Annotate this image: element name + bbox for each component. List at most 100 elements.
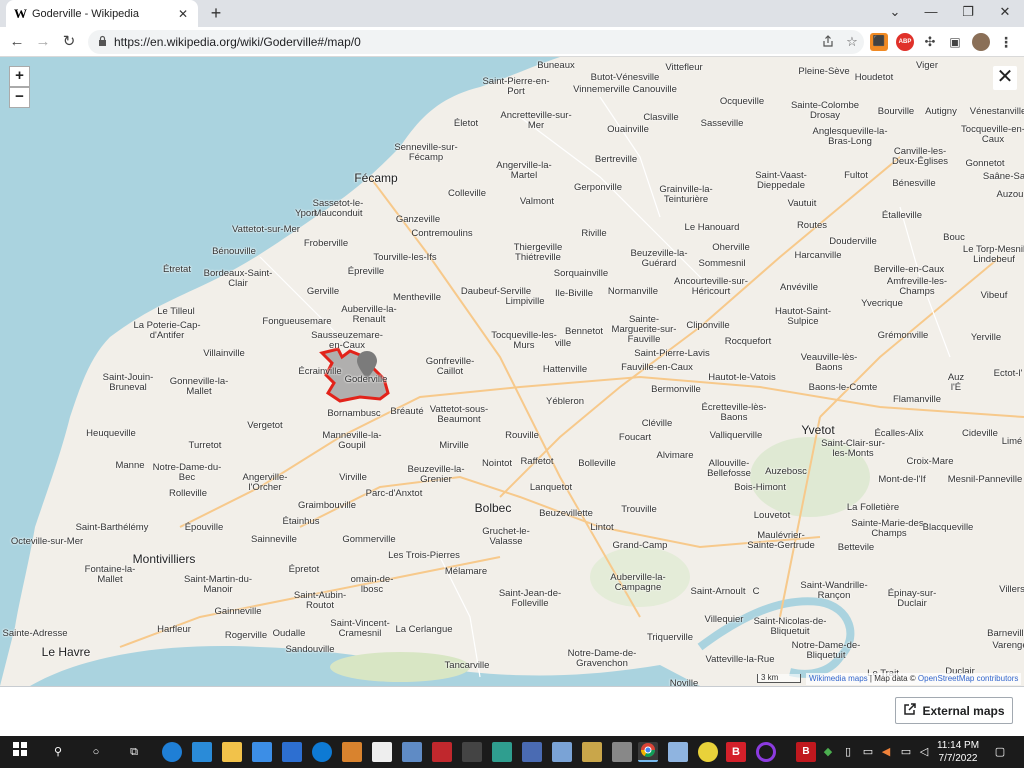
place-label[interactable]: Villers xyxy=(999,585,1024,595)
place-label[interactable]: Sainte- Marguerite-sur- Fauville xyxy=(612,315,677,345)
place-label[interactable]: Gommerville xyxy=(342,535,395,545)
place-label[interactable]: Bénesville xyxy=(892,179,935,189)
place-label[interactable]: Auberville-la- Campagne xyxy=(610,573,665,593)
external-maps-button[interactable]: External maps xyxy=(895,697,1013,724)
place-label[interactable]: Grand-Camp xyxy=(613,541,668,551)
edge-icon[interactable] xyxy=(162,742,182,762)
place-label[interactable]: Foucart xyxy=(619,433,651,443)
new-tab-button[interactable]: + xyxy=(206,3,226,23)
place-label[interactable]: Étalleville xyxy=(882,211,922,221)
place-label[interactable]: Lintot xyxy=(590,523,613,533)
place-label[interactable]: Noville xyxy=(670,679,699,687)
place-label[interactable]: Fongueusemare xyxy=(262,317,331,327)
place-label[interactable]: Saint-Pierre-Lavis xyxy=(634,349,710,359)
lock-icon[interactable] xyxy=(98,35,114,49)
place-label[interactable]: Vittefleur xyxy=(665,63,702,73)
place-label[interactable]: Cléville xyxy=(642,419,673,429)
app-icon[interactable] xyxy=(402,742,422,762)
place-label[interactable]: Saint-Jouin- Bruneval xyxy=(103,373,154,393)
place-label[interactable]: Saint-Jean-de- Folleville xyxy=(499,589,561,609)
place-label[interactable]: Sainte-Adresse xyxy=(3,629,68,639)
place-label[interactable]: Saint-Wandrille- Rançon xyxy=(800,581,867,601)
place-label[interactable]: Yerville xyxy=(971,333,1001,343)
place-label[interactable]: Tocqueville-les- Murs xyxy=(491,331,556,351)
place-label[interactable]: Gruchet-le- Valasse xyxy=(482,527,530,547)
place-label[interactable]: Ectot-l' xyxy=(994,369,1023,379)
place-label[interactable]: Limé xyxy=(1002,437,1023,447)
tray-icon[interactable]: ▭ xyxy=(858,742,878,762)
place-label[interactable]: Alvimare xyxy=(657,451,694,461)
place-label[interactable]: Bornambusc xyxy=(327,409,380,419)
tray-icon[interactable]: ▯ xyxy=(838,742,858,762)
place-label[interactable]: Fauville-en-Caux xyxy=(621,363,693,373)
place-label[interactable]: Angerville-la- Martel xyxy=(496,161,551,181)
place-label[interactable]: Mesnil-Panneville xyxy=(948,475,1022,485)
cortana-icon[interactable]: ○ xyxy=(86,742,106,762)
place-label[interactable]: Raffetot xyxy=(520,457,553,467)
place-label[interactable]: Louvetot xyxy=(754,511,790,521)
place-label[interactable]: Sainneville xyxy=(251,535,297,545)
place-label[interactable]: Sandouville xyxy=(285,645,334,655)
place-label[interactable]: Gonneville-la- Mallet xyxy=(170,377,229,397)
close-map-button[interactable]: ✕ xyxy=(993,66,1017,90)
place-label[interactable]: Butot-Vénesville xyxy=(591,73,660,83)
place-label[interactable]: Manne xyxy=(115,461,144,471)
app-b-icon[interactable]: B xyxy=(726,742,746,762)
tray-b-icon[interactable]: B xyxy=(796,742,816,762)
place-label[interactable]: Limpiville xyxy=(505,297,544,307)
place-label[interactable]: Canville-les- Deux-Églises xyxy=(892,147,948,167)
place-label[interactable]: La Folletière xyxy=(847,503,899,513)
place-label[interactable]: Vatteville-la-Rue xyxy=(706,655,775,665)
app-icon[interactable] xyxy=(582,742,602,762)
place-label[interactable]: Écrainville xyxy=(298,367,341,377)
forward-button[interactable]: → xyxy=(32,31,54,53)
place-label[interactable]: Angerville- l'Orcher xyxy=(243,473,288,493)
place-label[interactable]: Tocqueville-en- Caux xyxy=(961,125,1024,145)
place-label[interactable]: Épinay-sur- Duclair xyxy=(888,589,937,609)
place-label[interactable]: Harcanville xyxy=(795,251,842,261)
extension-orange-icon[interactable]: ⬛ xyxy=(870,33,888,51)
app-icon[interactable] xyxy=(432,742,452,762)
place-label[interactable]: Thiergeville Thiétreville xyxy=(514,243,563,263)
map-view[interactable]: Buneaux Vittefleur Pleine-Sève Houdetot Vige… xyxy=(0,57,1024,686)
place-label[interactable]: Mentheville xyxy=(393,293,441,303)
place-label[interactable]: Beuzeville-la- Guérard xyxy=(630,249,687,269)
app-icon[interactable] xyxy=(698,742,718,762)
place-label[interactable]: Notre-Dame-de- Gravenchon xyxy=(568,649,637,669)
place-label[interactable]: Ile-Biville xyxy=(555,289,593,299)
place-label[interactable]: Auzebosc xyxy=(765,467,807,477)
place-label[interactable]: Fécamp xyxy=(354,172,397,184)
place-label[interactable]: Barneville xyxy=(987,629,1024,639)
place-label[interactable]: Bordeaux-Saint- Clair xyxy=(204,269,273,289)
place-label[interactable]: Mirville xyxy=(439,441,469,451)
place-label[interactable]: Bréauté xyxy=(390,407,423,417)
place-label[interactable]: C xyxy=(753,587,760,597)
place-label[interactable]: Hautot-le-Vatois xyxy=(708,373,775,383)
place-label[interactable]: La Cerlangue xyxy=(395,625,452,635)
place-label[interactable]: Fontaine-la- Mallet xyxy=(85,565,136,585)
place-label[interactable]: Épreville xyxy=(348,267,384,277)
place-label[interactable]: Ocqueville xyxy=(720,97,764,107)
place-label[interactable]: Bouc xyxy=(943,233,965,243)
zoom-in-button[interactable]: + xyxy=(9,66,30,87)
place-label[interactable]: Bourville xyxy=(878,107,914,117)
place-label[interactable]: Cideville xyxy=(962,429,998,439)
address-bar[interactable]: https://en.wikipedia.org/wiki/Goderville… xyxy=(88,30,864,54)
place-label[interactable]: Ancourteville-sur- Héricourt xyxy=(674,277,748,297)
place-label[interactable]: Graimbouville xyxy=(298,501,356,511)
place-label[interactable]: Tourville-les-Ifs xyxy=(373,253,436,263)
place-label[interactable]: Auzou xyxy=(997,190,1024,200)
place-label[interactable]: Tancarville xyxy=(445,661,490,671)
place-label[interactable]: Parc-d'Anxtot xyxy=(366,489,423,499)
place-label[interactable]: Blacqueville xyxy=(923,523,974,533)
app-icon[interactable] xyxy=(492,742,512,762)
place-label[interactable]: Lanquetot xyxy=(530,483,572,493)
place-label[interactable]: Gonnetot xyxy=(965,159,1004,169)
window-close-button[interactable]: ✕ xyxy=(986,0,1024,24)
place-label[interactable]: Notre-Dame-du- Bec xyxy=(153,463,222,483)
place-label[interactable]: Froberville xyxy=(304,239,348,249)
volume-icon[interactable]: ◀ xyxy=(876,742,896,762)
place-label[interactable]: Ouainville xyxy=(607,125,649,135)
place-label[interactable]: Berville-en-Caux xyxy=(874,265,944,275)
tab-close-icon[interactable]: ✕ xyxy=(176,7,190,21)
